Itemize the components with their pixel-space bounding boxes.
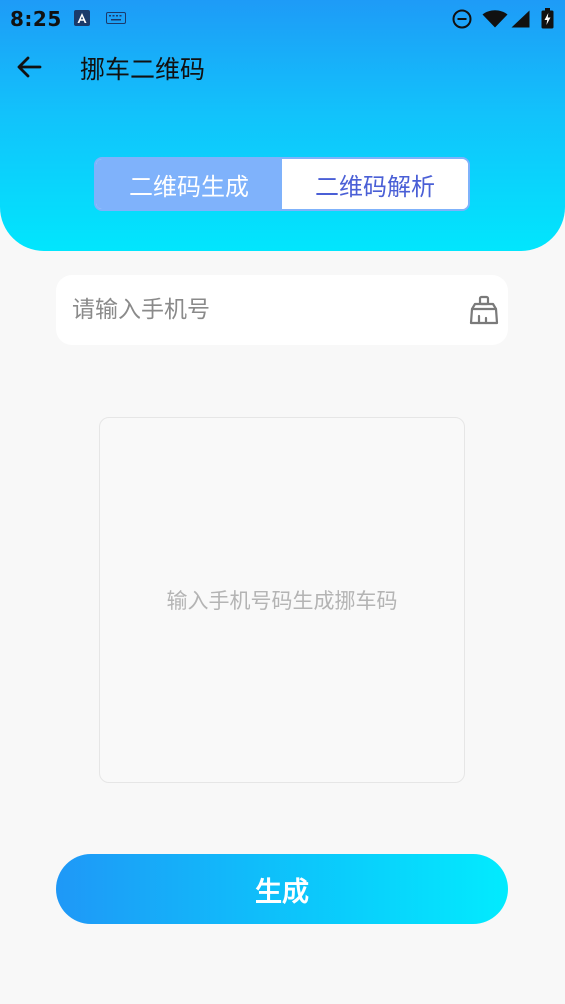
- wifi-icon: [482, 10, 508, 28]
- qr-code-area: 输入手机号码生成挪车码: [99, 417, 465, 783]
- tab-switcher: 二维码生成 二维码解析: [94, 157, 470, 211]
- arrow-left-icon[interactable]: [14, 52, 44, 82]
- status-time: 8:25: [10, 7, 62, 31]
- tab-qr-parse[interactable]: 二维码解析: [282, 159, 468, 209]
- tab-qr-generate[interactable]: 二维码生成: [96, 159, 282, 209]
- cell-signal-icon: [511, 10, 530, 28]
- battery-charging-icon: [541, 8, 554, 29]
- broom-icon[interactable]: [468, 294, 500, 326]
- qr-placeholder-text: 输入手机号码生成挪车码: [166, 589, 398, 613]
- do-not-disturb-icon: [452, 9, 472, 29]
- keyboard-icon: [106, 12, 126, 24]
- status-bar: 8:25: [0, 0, 565, 38]
- page-title: 挪车二维码: [80, 55, 206, 84]
- a-notification-icon: [74, 10, 90, 26]
- phone-input[interactable]: [72, 275, 452, 345]
- generate-button[interactable]: 生成: [56, 854, 508, 924]
- phone-input-row: [56, 275, 508, 345]
